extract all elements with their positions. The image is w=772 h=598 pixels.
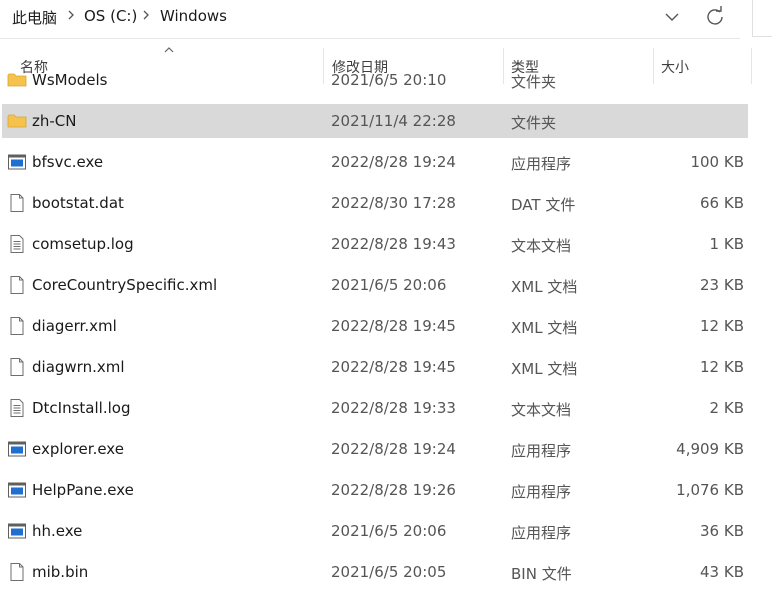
column-name[interactable]: 名称 <box>20 57 48 77</box>
file-size: 12 KB <box>700 317 744 335</box>
file-size: 100 KB <box>690 153 744 171</box>
file-type: 应用程序 <box>511 524 572 542</box>
file-row[interactable]: explorer.exe 2022/8/28 19:24 应用程序 4,909 KB <box>2 432 748 466</box>
file-row[interactable]: hh.exe 2021/6/5 20:06 应用程序 36 KB <box>2 514 748 548</box>
file-date-modified: 2021/6/5 20:05 <box>331 563 447 581</box>
search-box-edge[interactable] <box>752 0 772 37</box>
file-name: explorer.exe <box>32 440 124 458</box>
file-row[interactable]: CoreCountrySpecific.xml 2021/6/5 20:06 XML… <box>2 268 748 302</box>
column-size[interactable]: 大小 <box>661 57 689 77</box>
exe-icon <box>8 482 26 498</box>
file-type: 文本文档 <box>511 401 572 419</box>
file-date-modified: 2022/8/28 19:33 <box>331 399 456 417</box>
file-name: diagwrn.xml <box>32 358 125 376</box>
file-row[interactable]: HelpPane.exe 2022/8/28 19:26 应用程序 1,076 KB <box>2 473 748 507</box>
breadcrumb-this-pc[interactable]: 此电脑 <box>12 7 57 28</box>
file-size: 23 KB <box>700 276 744 294</box>
file-row[interactable]: diagwrn.xml 2022/8/28 19:45 XML 文档 12 KB <box>2 350 748 384</box>
file-name: comsetup.log <box>32 235 134 253</box>
file-date-modified: 2022/8/28 19:43 <box>331 235 456 253</box>
file-list[interactable]: WsModels 2021/6/5 20:10 文件夹 zh-CN 2021/11/4 … <box>0 70 772 598</box>
file-icon <box>10 563 24 581</box>
file-name: DtcInstall.log <box>32 399 131 417</box>
breadcrumb-windows[interactable]: Windows <box>160 7 227 25</box>
exe-icon <box>8 441 26 457</box>
file-type: DAT 文件 <box>511 196 576 214</box>
file-date-modified: 2022/8/28 19:45 <box>331 358 456 376</box>
column-date-modified[interactable]: 修改日期 <box>332 57 388 77</box>
file-size: 4,909 KB <box>676 440 744 458</box>
file-row[interactable]: DtcInstall.log 2022/8/28 19:33 文本文档 2 KB <box>2 391 748 425</box>
column-divider[interactable] <box>653 48 654 84</box>
file-date-modified: 2022/8/28 19:24 <box>331 440 456 458</box>
column-divider[interactable] <box>323 48 324 84</box>
file-type: 文本文档 <box>511 237 572 255</box>
file-size: 2 KB <box>709 399 744 417</box>
file-size: 12 KB <box>700 358 744 376</box>
folder-icon <box>7 114 27 128</box>
file-type: 应用程序 <box>511 483 572 501</box>
file-name: hh.exe <box>32 522 83 540</box>
text-file-icon <box>10 399 24 417</box>
file-type: 文件夹 <box>511 114 557 132</box>
file-type: XML 文档 <box>511 360 578 378</box>
file-date-modified: 2022/8/28 19:45 <box>331 317 456 335</box>
file-size: 43 KB <box>700 563 744 581</box>
file-icon <box>10 194 24 212</box>
file-name: mib.bin <box>32 563 89 581</box>
file-name: bootstat.dat <box>32 194 124 212</box>
file-date-modified: 2021/6/5 20:06 <box>331 276 447 294</box>
file-name: bfsvc.exe <box>32 153 104 171</box>
sort-ascending-icon <box>164 47 174 53</box>
file-date-modified: 2022/8/28 19:26 <box>331 481 456 499</box>
file-row[interactable]: mib.bin 2021/6/5 20:05 BIN 文件 43 KB <box>2 555 748 589</box>
exe-icon <box>8 154 26 170</box>
file-size: 66 KB <box>700 194 744 212</box>
refresh-icon[interactable] <box>701 4 729 30</box>
breadcrumb-os-c[interactable]: OS (C:) <box>84 7 137 25</box>
file-type: 应用程序 <box>511 442 572 460</box>
file-size: 36 KB <box>700 522 744 540</box>
file-date-modified: 2021/6/5 20:06 <box>331 522 447 540</box>
file-date-modified: 2022/8/28 19:24 <box>331 153 456 171</box>
exe-icon <box>8 523 26 539</box>
address-bar[interactable]: 此电脑 OS (C:) Windows <box>0 0 740 39</box>
file-row-selected[interactable]: zh-CN 2021/11/4 22:28 文件夹 <box>2 104 748 138</box>
file-size: 1,076 KB <box>676 481 744 499</box>
file-type: BIN 文件 <box>511 565 572 583</box>
chevron-right-icon <box>68 10 74 20</box>
text-file-icon <box>10 235 24 253</box>
column-header: 名称 修改日期 类型 大小 <box>0 44 772 86</box>
file-icon <box>10 317 24 335</box>
file-icon <box>10 358 24 376</box>
file-name: CoreCountrySpecific.xml <box>32 276 218 294</box>
file-icon <box>10 276 24 294</box>
file-date-modified: 2022/8/30 17:28 <box>331 194 456 212</box>
file-date-modified: 2021/11/4 22:28 <box>331 112 456 130</box>
chevron-right-icon <box>143 10 149 20</box>
file-name: HelpPane.exe <box>32 481 134 499</box>
column-type[interactable]: 类型 <box>511 57 539 77</box>
file-row[interactable]: bootstat.dat 2022/8/30 17:28 DAT 文件 66 KB <box>2 186 748 220</box>
file-row[interactable]: diagerr.xml 2022/8/28 19:45 XML 文档 12 KB <box>2 309 748 343</box>
chevron-down-icon[interactable] <box>658 4 686 30</box>
file-name: zh-CN <box>32 112 77 130</box>
file-size: 1 KB <box>709 235 744 253</box>
column-divider[interactable] <box>751 48 752 84</box>
file-name: diagerr.xml <box>32 317 117 335</box>
file-type: XML 文档 <box>511 319 578 337</box>
file-row[interactable]: comsetup.log 2022/8/28 19:43 文本文档 1 KB <box>2 227 748 261</box>
column-divider[interactable] <box>503 48 504 84</box>
file-row[interactable]: bfsvc.exe 2022/8/28 19:24 应用程序 100 KB <box>2 145 748 179</box>
file-type: XML 文档 <box>511 278 578 296</box>
file-type: 应用程序 <box>511 155 572 173</box>
